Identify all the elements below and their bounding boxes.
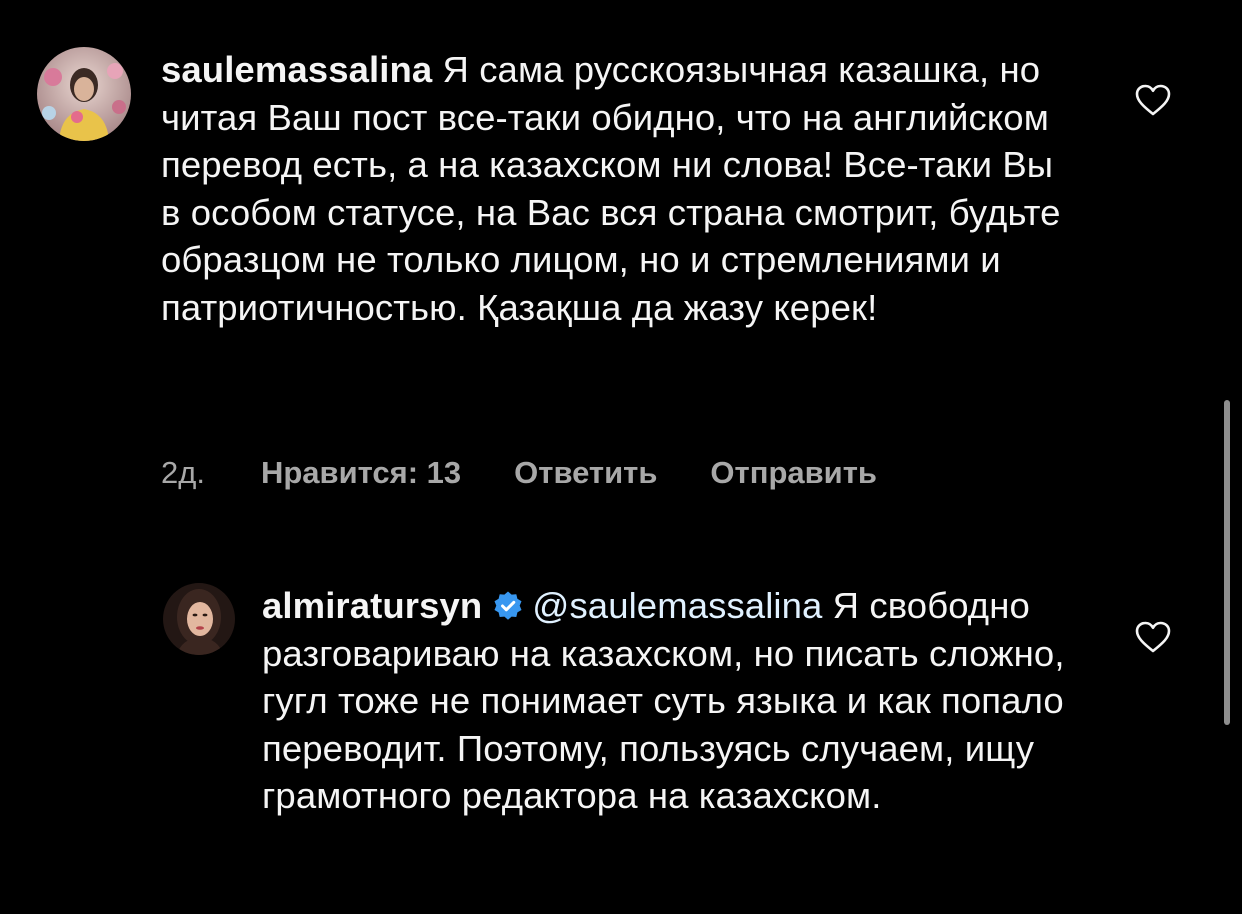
heart-outline-icon[interactable] xyxy=(1134,620,1172,654)
comment-saulemassalina: saulemassalina Я сама русскоязычная каза… xyxy=(0,0,1242,520)
send-button[interactable]: Отправить xyxy=(710,455,877,491)
comment-username[interactable]: almiratursyn xyxy=(262,585,482,626)
comment-body: Я сама русскоязычная казашка, но читая В… xyxy=(161,49,1061,328)
avatar[interactable] xyxy=(163,583,235,655)
scrollbar[interactable] xyxy=(1224,400,1230,725)
comment-username[interactable]: saulemassalina xyxy=(161,49,432,90)
avatar[interactable] xyxy=(37,47,131,141)
verified-badge-icon xyxy=(494,591,522,620)
comment-text: almiratursyn @saulemassalina Я свободно … xyxy=(262,582,1092,820)
heart-outline-icon[interactable] xyxy=(1134,83,1172,117)
comment-timestamp: 2д. xyxy=(161,455,205,490)
mention-link[interactable]: @saulemassalina xyxy=(532,585,822,626)
comment-meta: 2д. Нравится: 13 Ответить Отправить xyxy=(161,455,930,491)
comment-almiratursyn: almiratursyn @saulemassalina Я свободно … xyxy=(0,560,1242,914)
reply-button[interactable]: Ответить xyxy=(514,455,657,491)
comment-text: saulemassalina Я сама русскоязычная каза… xyxy=(161,46,1071,332)
likes-count-button[interactable]: Нравится: 13 xyxy=(261,455,461,491)
